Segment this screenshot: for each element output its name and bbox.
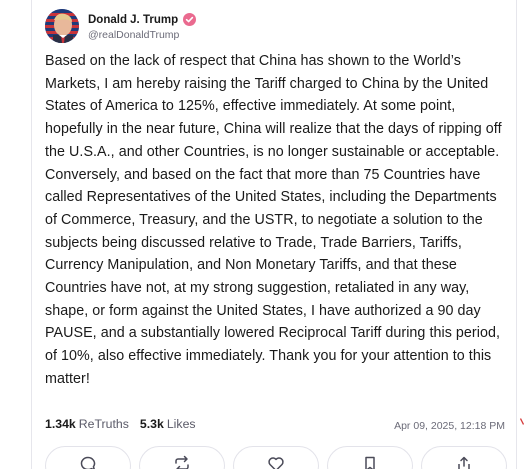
truth-post: Donald J. Trump @realDonaldTrump Based o…	[0, 0, 532, 469]
post-timestamp[interactable]: Apr 09, 2025, 12:18 PM	[394, 417, 505, 432]
share-icon	[458, 456, 470, 469]
verified-badge-icon	[183, 13, 197, 26]
retruths-label: ReTruths	[78, 417, 129, 431]
post-text: Based on the lack of respect that China …	[45, 53, 502, 387]
like-button[interactable]	[233, 446, 319, 469]
avatar[interactable]	[45, 9, 79, 43]
like-icon	[268, 457, 284, 469]
retruth-button[interactable]	[139, 446, 225, 469]
edge-mark	[519, 418, 525, 425]
bookmark-button[interactable]	[327, 446, 413, 469]
retruths-stat[interactable]: 1.34k ReTruths	[45, 417, 129, 431]
bookmark-icon	[365, 456, 375, 469]
likes-count: 5.3k	[139, 417, 164, 431]
right-divider	[516, 0, 517, 469]
left-divider	[31, 0, 32, 469]
post-header: Donald J. Trump @realDonaldTrump	[45, 8, 197, 44]
likes-stat[interactable]: 5.3k Likes	[140, 417, 196, 431]
reply-button[interactable]	[45, 446, 131, 469]
reply-icon	[80, 456, 96, 469]
post-actions	[45, 446, 507, 469]
author-display-name[interactable]: Donald J. Trump	[88, 14, 178, 26]
retruths-count: 1.34k	[45, 417, 76, 431]
author-handle[interactable]: @realDonaldTrump	[88, 29, 196, 41]
post-stats: 1.34k ReTruths 5.3k Likes Apr 09, 2025, 12…	[45, 415, 505, 433]
author-names: Donald J. Trump @realDonaldTrump	[88, 12, 197, 41]
retruth-icon	[175, 455, 189, 469]
share-button[interactable]	[421, 446, 507, 469]
likes-label: Likes	[166, 417, 196, 431]
